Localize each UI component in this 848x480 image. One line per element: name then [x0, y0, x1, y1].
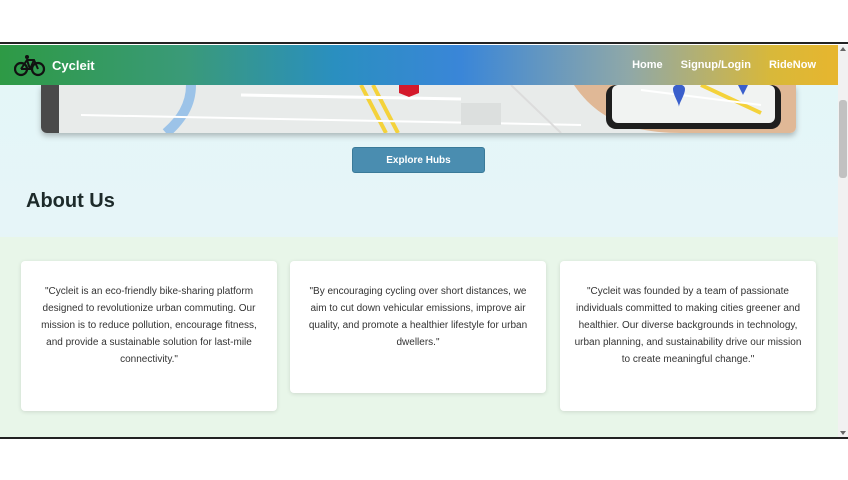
navbar: Cycleit Home Signup/Login RideNow — [0, 45, 838, 85]
scroll-up-arrow-icon[interactable] — [840, 47, 846, 51]
explore-hubs-button[interactable]: Explore Hubs — [352, 147, 485, 173]
nav-signup-login-link[interactable]: Signup/Login — [681, 59, 751, 71]
about-card: "By encouraging cycling over short dista… — [290, 261, 546, 393]
bottom-letterbox — [0, 437, 848, 480]
vertical-scrollbar[interactable] — [838, 45, 848, 437]
top-letterbox — [0, 0, 848, 44]
about-us-heading: About Us — [26, 190, 115, 212]
about-section: "Cycleit is an eco-friendly bike-sharing… — [0, 237, 838, 437]
scroll-down-arrow-icon[interactable] — [840, 431, 846, 435]
nav-home-link[interactable]: Home — [632, 59, 663, 71]
page-viewport: Cycleit Home Signup/Login RideNow Explor… — [0, 45, 838, 437]
brand-name: Cycleit — [52, 57, 95, 73]
map-illustration — [41, 85, 796, 133]
screen-frame: Cycleit Home Signup/Login RideNow Explor… — [0, 0, 848, 480]
nav-links: Home Signup/Login RideNow — [632, 59, 816, 71]
brand[interactable]: Cycleit — [14, 53, 95, 77]
about-card: "Cycleit was founded by a team of passio… — [560, 261, 816, 411]
hero-map-image — [41, 85, 796, 133]
nav-ridenow-link[interactable]: RideNow — [769, 59, 816, 71]
bicycle-icon — [14, 55, 46, 77]
about-card: "Cycleit is an eco-friendly bike-sharing… — [21, 261, 277, 411]
scrollbar-thumb[interactable] — [839, 100, 847, 178]
